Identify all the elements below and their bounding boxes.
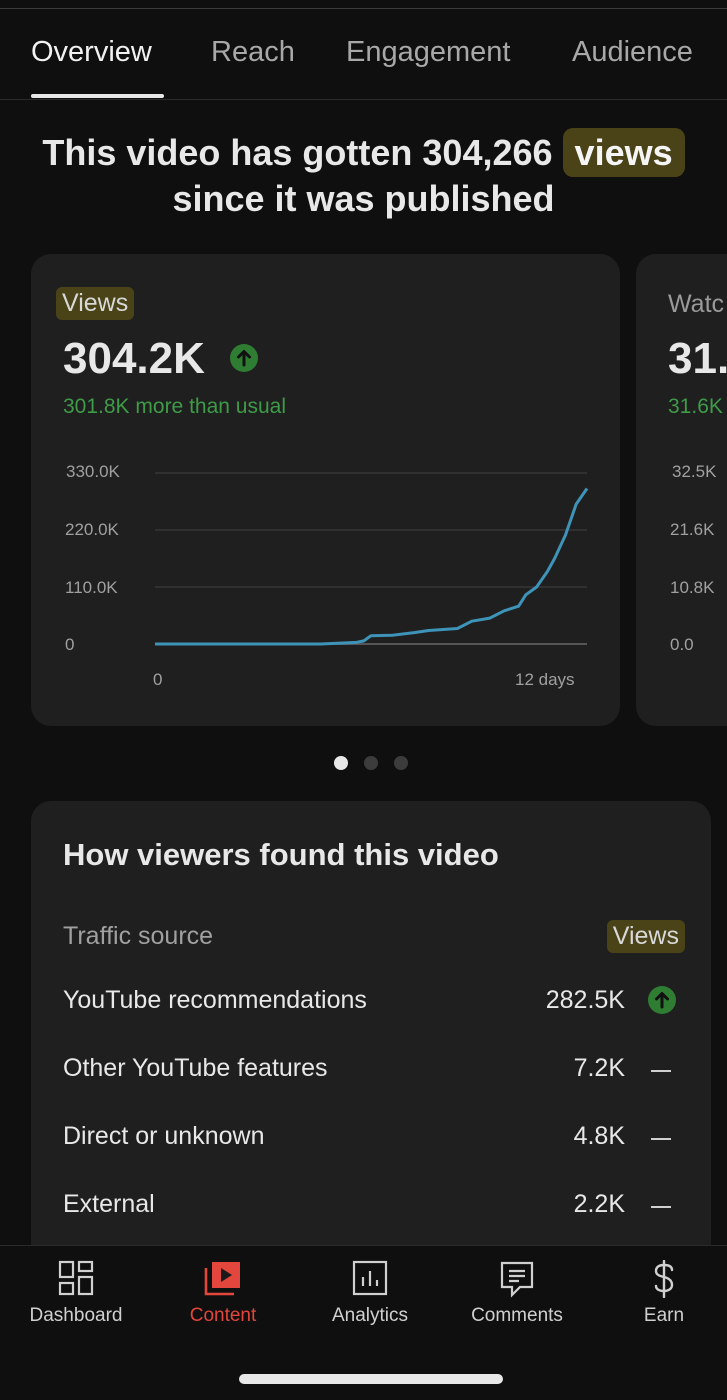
- nav-dashboard-label: Dashboard: [29, 1305, 123, 1326]
- nav-content-label: Content: [189, 1305, 257, 1326]
- carousel-dot[interactable]: [334, 756, 348, 770]
- views-series-line: [155, 487, 589, 646]
- traffic-row[interactable]: Other YouTube features 7.2K: [31, 1054, 711, 1094]
- headline-highlight: views: [562, 128, 685, 177]
- no-change-dash-icon: [651, 1206, 671, 1208]
- traffic-source-name: External: [63, 1190, 155, 1218]
- active-tab-indicator: [31, 94, 164, 98]
- traffic-card-title: How viewers found this video: [63, 837, 499, 872]
- no-change-dash-icon: [651, 1138, 671, 1140]
- analytics-icon: [352, 1260, 388, 1301]
- dollar-icon: [651, 1259, 677, 1303]
- no-change-dash-icon: [651, 1070, 671, 1072]
- views-metric-card[interactable]: Views 304.2K 301.8K more than usual 330.…: [31, 254, 620, 726]
- tab-audience[interactable]: Audience: [572, 36, 693, 69]
- traffic-source-views: 7.2K: [573, 1054, 625, 1082]
- tab-reach[interactable]: Reach: [211, 36, 295, 69]
- comments-icon: [499, 1260, 535, 1303]
- watch-metric-label: Watc: [668, 290, 725, 318]
- traffic-row[interactable]: YouTube recommendations 282.5K: [31, 986, 711, 1026]
- nav-comments-label: Comments: [471, 1305, 563, 1326]
- nav-analytics-label: Analytics: [331, 1305, 409, 1326]
- home-indicator: [239, 1374, 503, 1384]
- headline-suffix: since it was published: [172, 178, 555, 219]
- carousel-dot[interactable]: [364, 756, 378, 770]
- carousel-dot[interactable]: [394, 756, 408, 770]
- status-divider: [0, 0, 727, 9]
- headline-prefix: This video has gotten 304,266: [42, 132, 553, 173]
- watch-time-card-peek[interactable]: Watc 31. 31.6K 32.5K 21.6K 10.8K 0.0: [636, 254, 727, 726]
- traffic-row[interactable]: Direct or unknown 4.8K: [31, 1122, 711, 1162]
- traffic-source-views: 4.8K: [573, 1122, 625, 1150]
- y-tick-label: 10.8K: [670, 578, 715, 597]
- tab-engagement[interactable]: Engagement: [346, 36, 510, 69]
- arrow-up-circle-icon: [648, 986, 676, 1014]
- watch-metric-value: 31.: [668, 334, 727, 383]
- nav-dashboard[interactable]: Dashboard: [6, 1246, 146, 1346]
- nav-analytics[interactable]: Analytics: [300, 1246, 440, 1346]
- nav-earn-label: Earn: [643, 1305, 685, 1326]
- traffic-source-views: 282.5K: [545, 986, 625, 1014]
- carousel-pagination: [0, 756, 727, 772]
- y-tick-label: 0.0: [670, 635, 694, 654]
- views-column-header: Views: [606, 920, 685, 953]
- nav-content[interactable]: Content: [153, 1246, 293, 1346]
- traffic-source-name: Other YouTube features: [63, 1054, 328, 1082]
- traffic-source-name: YouTube recommendations: [63, 986, 367, 1014]
- traffic-source-header: Traffic source: [63, 922, 214, 950]
- views-line-chart: [155, 472, 589, 646]
- watch-comparison-text: 31.6K: [668, 395, 723, 418]
- y-tick-label: 21.6K: [670, 520, 715, 539]
- tab-overview[interactable]: Overview: [31, 36, 152, 69]
- analytics-tab-bar: Overview Reach Engagement Audience: [0, 10, 727, 100]
- traffic-source-name: Direct or unknown: [63, 1122, 265, 1150]
- traffic-row[interactable]: External 2.2K: [31, 1190, 711, 1230]
- nav-earn[interactable]: Earn: [594, 1246, 727, 1346]
- nav-comments[interactable]: Comments: [447, 1246, 587, 1346]
- y-tick-label: 32.5K: [672, 462, 717, 481]
- views-headline: This video has gotten 304,266 views sinc…: [0, 128, 727, 222]
- dashboard-icon: [58, 1260, 94, 1301]
- traffic-source-card: How viewers found this video Traffic sou…: [31, 801, 711, 1271]
- content-icon: [204, 1260, 242, 1301]
- traffic-source-views: 2.2K: [573, 1190, 625, 1218]
